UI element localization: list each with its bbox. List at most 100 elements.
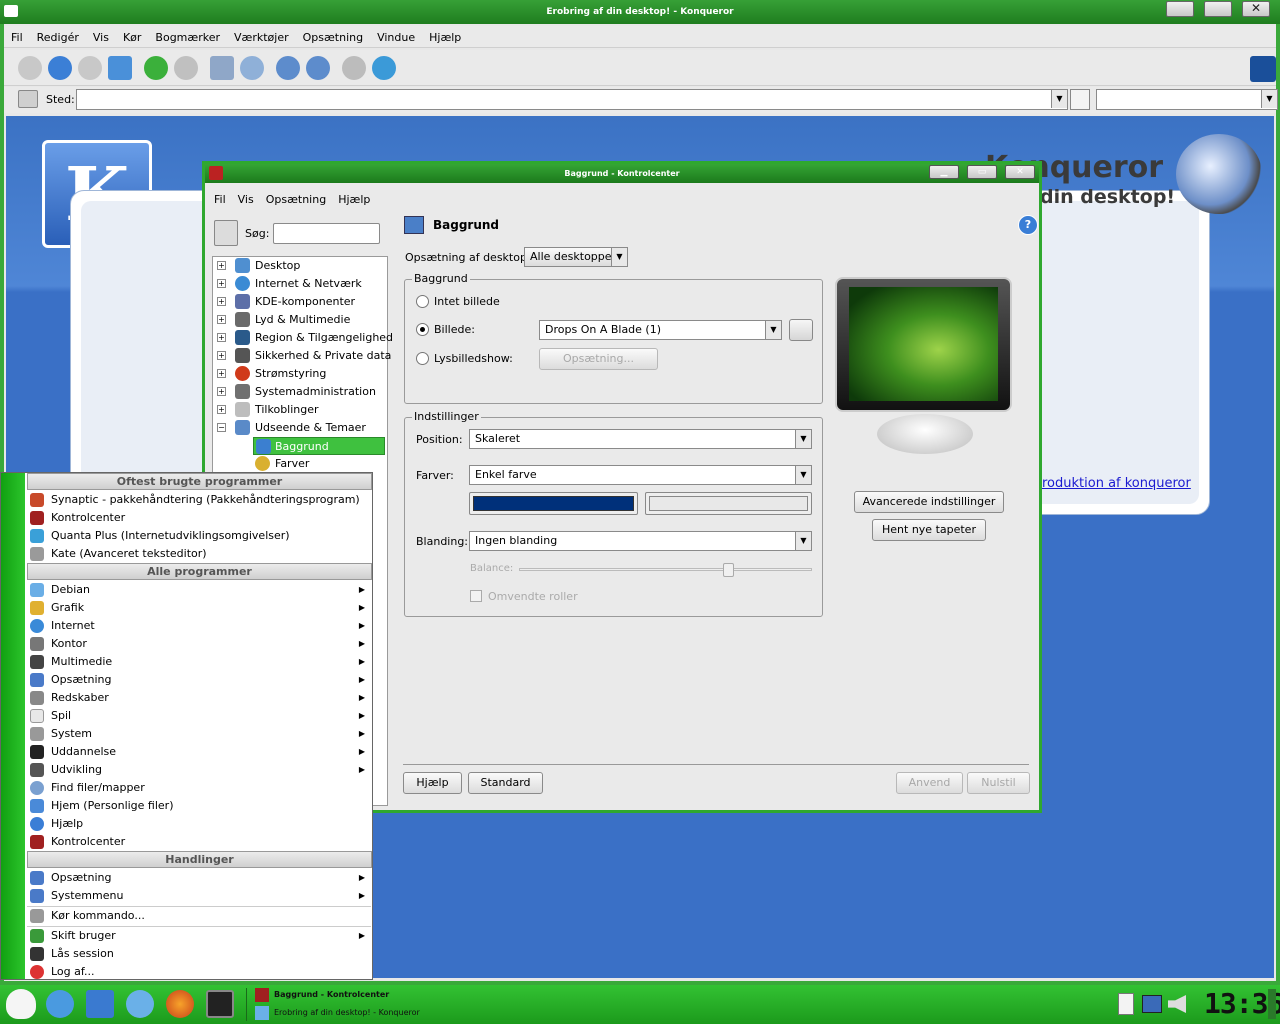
security-icon[interactable] [342, 56, 366, 80]
minimize-button[interactable] [1166, 1, 1194, 17]
back-icon[interactable] [18, 56, 42, 80]
kcontrol-menu-hjaelp[interactable]: Hjælp [338, 193, 370, 206]
zoom-in-icon[interactable] [276, 56, 300, 80]
klipper-icon[interactable] [1118, 993, 1134, 1015]
zoom-out-icon[interactable] [306, 56, 330, 80]
menu-item-run-command[interactable]: Kør kommando... [27, 907, 371, 925]
chevron-down-icon[interactable]: ▼ [1261, 90, 1277, 108]
browser-launcher-icon[interactable] [126, 990, 154, 1018]
chevron-down-icon[interactable]: ▼ [1051, 90, 1067, 108]
kcontrol-app-icon[interactable] [209, 166, 223, 180]
firefox-icon[interactable] [166, 990, 194, 1018]
tree-item-background[interactable]: Baggrund [253, 437, 385, 455]
menu-item-multimedie[interactable]: Multimedie ▶ [27, 653, 371, 671]
location-input[interactable]: ▼ [76, 89, 1068, 110]
menu-item-lock[interactable]: Lås session [27, 945, 371, 963]
task-kcontrol[interactable]: Baggrund - Kontrolcenter [252, 987, 552, 1003]
menu-item-logout[interactable]: Log af... [27, 963, 371, 981]
balance-slider[interactable] [519, 563, 812, 577]
menu-vis[interactable]: Vis [86, 26, 116, 49]
get-new-wallpapers-button[interactable]: Hent nye tapeter [872, 519, 986, 541]
menu-item-kontrolcenter[interactable]: Kontrolcenter [27, 509, 371, 527]
window-menu-icon[interactable] [4, 5, 18, 17]
radio-no-image[interactable] [416, 295, 429, 308]
reload-icon[interactable] [144, 56, 168, 80]
find-icon[interactable] [240, 56, 264, 80]
slideshow-setup-button[interactable]: Opsætning... [539, 348, 658, 370]
kcontrol-menu-vis[interactable]: Vis [238, 193, 254, 206]
menu-item-help[interactable]: Hjælp [27, 815, 371, 833]
menu-item-redskaber[interactable]: Redskaber ▶ [27, 689, 371, 707]
blend-select[interactable]: Ingen blanding ▼ [469, 531, 812, 551]
menu-rediger[interactable]: Redigér [30, 26, 86, 49]
apply-button[interactable]: Anvend [896, 772, 963, 794]
menu-opsaetning[interactable]: Opsætning [296, 26, 370, 49]
radio-image[interactable] [416, 323, 429, 336]
menu-item-synaptic[interactable]: Synaptic - pakkehåndtering (Pakkehåndter… [27, 491, 371, 509]
default-button[interactable]: Standard [468, 772, 543, 794]
menu-item-uddannelse[interactable]: Uddannelse ▶ [27, 743, 371, 761]
help-button[interactable]: Hjælp [403, 772, 462, 794]
reset-button[interactable]: Nulstil [967, 772, 1030, 794]
kcontrol-menu-opsaetning[interactable]: Opsætning [266, 193, 326, 206]
print-icon[interactable] [210, 56, 234, 80]
balance-slider-handle[interactable] [723, 563, 735, 577]
menu-item-quanta[interactable]: Quanta Plus (Internetudviklingsomgivelse… [27, 527, 371, 545]
close-button[interactable]: ✕ [1242, 1, 1270, 17]
menu-item-action-opsaetning[interactable]: Opsætning ▶ [27, 869, 371, 887]
maximize-button[interactable] [1204, 1, 1232, 17]
konqueror-titlebar[interactable]: Erobring af din desktop! - Konqueror ✕ [0, 0, 1280, 24]
kcontrol-maximize-button[interactable]: ▭ [967, 165, 997, 179]
kcontrol-titlebar[interactable]: Baggrund - Kontrolcenter ▁ ▭ ✕ [205, 164, 1039, 183]
menu-vindue[interactable]: Vindue [370, 26, 422, 49]
reverse-roles-checkbox[interactable] [470, 590, 482, 602]
help-icon[interactable]: ? [1018, 215, 1038, 235]
home-launcher-icon[interactable] [86, 990, 114, 1018]
menu-item-udvikling[interactable]: Udvikling ▶ [27, 761, 371, 779]
menu-item-home[interactable]: Hjem (Personlige filer) [27, 797, 371, 815]
image-select[interactable]: Drops On A Blade (1) ▼ [539, 320, 782, 340]
primary-color-button[interactable] [469, 492, 638, 515]
menu-item-debian[interactable]: Debian ▶ [27, 581, 371, 599]
colors-select[interactable]: Enkel farve ▼ [469, 465, 812, 485]
kcontrol-minimize-button[interactable]: ▁ [929, 165, 959, 179]
kcontrol-menu-fil[interactable]: Fil [214, 193, 226, 206]
menu-item-kontrolcenter-2[interactable]: Kontrolcenter [27, 833, 371, 851]
menu-hjaelp[interactable]: Hjælp [422, 26, 468, 49]
task-konqueror[interactable]: Erobring af din desktop! - Konqueror [252, 1005, 552, 1021]
desktop-setup-select[interactable]: Alle desktoppe ▼ [524, 247, 628, 267]
menu-item-systemmenu[interactable]: Systemmenu ▶ [27, 887, 371, 905]
terminal-icon[interactable] [206, 990, 234, 1018]
volume-icon[interactable] [1168, 995, 1186, 1013]
menu-item-kate[interactable]: Kate (Avanceret teksteditor) [27, 545, 371, 563]
intro-link[interactable]: roduktion af konqueror [1042, 476, 1191, 491]
display-icon[interactable] [1142, 995, 1162, 1013]
web-tools-icon[interactable] [372, 56, 396, 80]
menu-item-internet[interactable]: Internet ▶ [27, 617, 371, 635]
menu-item-spil[interactable]: Spil ▶ [27, 707, 371, 725]
web-search-input[interactable]: ▼ [1096, 89, 1278, 110]
menu-item-switch-user[interactable]: Skift bruger ▶ [27, 927, 371, 945]
radio-slideshow[interactable] [416, 352, 429, 365]
browse-image-icon[interactable] [789, 319, 813, 341]
clear-location-icon[interactable] [18, 90, 38, 108]
menu-item-opsaetning[interactable]: Opsætning ▶ [27, 671, 371, 689]
menu-item-find[interactable]: Find filer/mapper [27, 779, 371, 797]
position-select[interactable]: Skaleret ▼ [469, 429, 812, 449]
search-input[interactable] [273, 223, 380, 244]
menu-bogmaerker[interactable]: Bogmærker [148, 26, 227, 49]
menu-item-grafik[interactable]: Grafik ▶ [27, 599, 371, 617]
stop-icon[interactable] [174, 56, 198, 80]
secondary-color-button[interactable] [645, 492, 812, 515]
clear-search-icon[interactable] [214, 220, 238, 246]
kcontrol-close-button[interactable]: ✕ [1005, 165, 1035, 179]
taskbar-handle[interactable] [1268, 989, 1276, 1019]
menu-vaerktojer[interactable]: Værktøjer [227, 26, 296, 49]
menu-fil[interactable]: Fil [4, 26, 30, 49]
menu-item-kontor[interactable]: Kontor ▶ [27, 635, 371, 653]
advanced-settings-button[interactable]: Avancerede indstillinger [854, 491, 1004, 513]
up-icon[interactable] [78, 56, 102, 80]
konqueror-launcher-icon[interactable] [46, 990, 74, 1018]
menu-kor[interactable]: Kør [116, 26, 148, 49]
menu-item-system[interactable]: System ▶ [27, 725, 371, 743]
